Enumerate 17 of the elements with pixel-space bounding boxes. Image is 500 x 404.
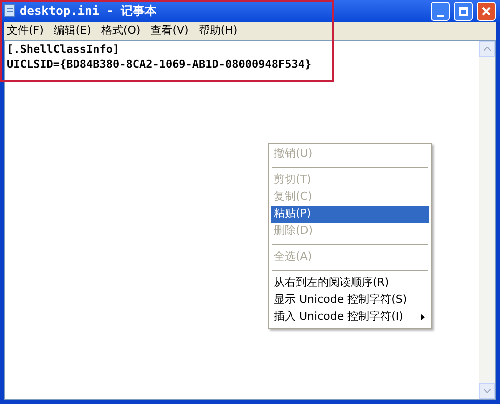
context-menu-item[interactable]: 从右到左的阅读顺序(R) bbox=[271, 275, 429, 292]
context-menu-item[interactable]: 显示 Unicode 控制字符(S) bbox=[271, 292, 429, 309]
window-title: desktop.ini - 记事本 bbox=[20, 3, 158, 20]
menu-item[interactable]: 查看(V) bbox=[150, 22, 189, 40]
text-line: [.ShellClassInfo] bbox=[7, 42, 120, 57]
close-button[interactable] bbox=[477, 2, 496, 20]
menu-item[interactable]: 格式(O) bbox=[101, 22, 141, 40]
context-menu-item[interactable]: 插入 Unicode 控制字符(I) bbox=[271, 309, 429, 326]
maximize-button[interactable] bbox=[454, 2, 473, 20]
notepad-icon bbox=[4, 4, 16, 18]
menu-item[interactable]: 帮助(H) bbox=[198, 22, 238, 40]
menu-item[interactable]: 文件(F) bbox=[7, 22, 44, 40]
context-menu-item[interactable]: 粘贴(P) bbox=[271, 206, 429, 223]
menu-item[interactable]: 编辑(E) bbox=[54, 22, 92, 40]
close-icon bbox=[482, 6, 491, 16]
minimize-button[interactable] bbox=[431, 2, 450, 20]
text-line: UICLSID={BD84B380-8CA2-1069-AB1D-08000948F534} bbox=[7, 57, 312, 72]
